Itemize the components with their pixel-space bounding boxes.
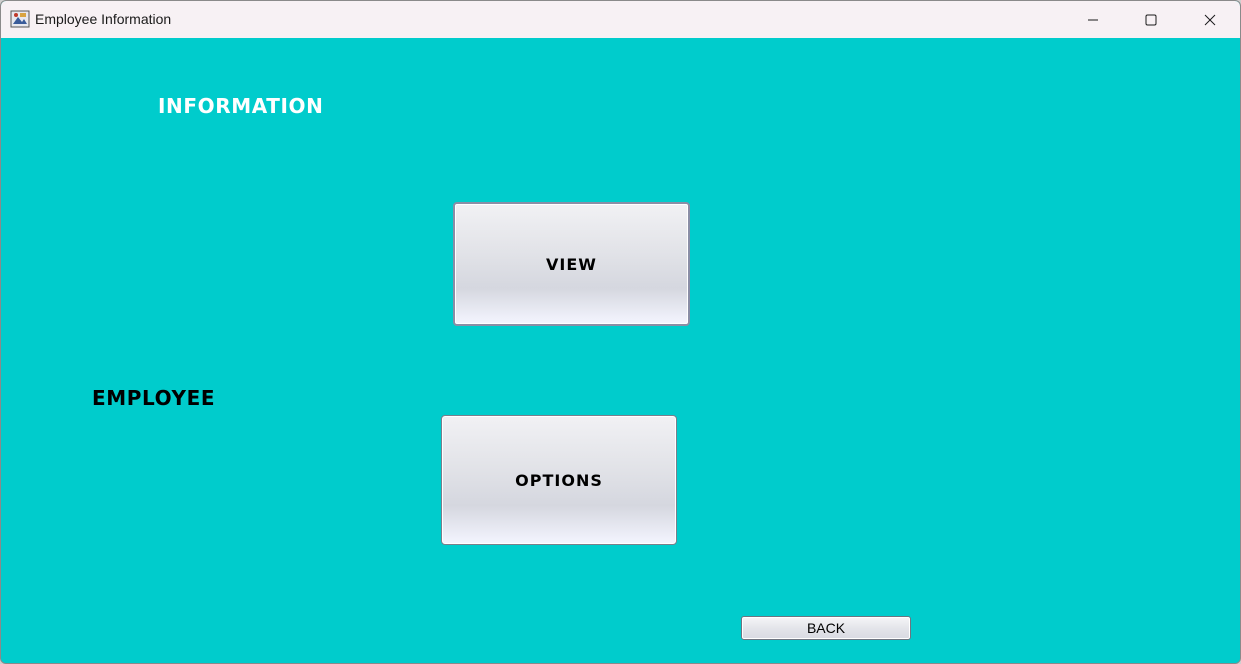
close-button[interactable]: [1181, 1, 1239, 38]
options-button[interactable]: OPTIONS: [441, 415, 677, 545]
window-title: Employee Information: [35, 11, 172, 27]
java-app-icon: [10, 9, 30, 29]
back-button-label: BACK: [806, 620, 846, 636]
content-panel: INFORMATION EMPLOYEE VIEW OPTIONS BACK: [1, 38, 1240, 663]
view-button[interactable]: VIEW: [453, 202, 690, 326]
maximize-icon: [1145, 14, 1157, 25]
employee-heading: EMPLOYEE: [92, 386, 216, 410]
information-heading: INFORMATION: [158, 94, 324, 118]
options-button-label: OPTIONS: [515, 470, 603, 490]
minimize-icon: [1088, 19, 1098, 20]
close-icon: [1204, 14, 1216, 25]
title-bar[interactable]: Employee Information: [1, 1, 1240, 38]
minimize-button[interactable]: [1064, 1, 1122, 38]
back-button[interactable]: BACK: [741, 616, 911, 640]
view-button-label: VIEW: [546, 254, 597, 274]
app-window: Employee Information INFORMATION EMPLOYE…: [0, 0, 1241, 664]
maximize-button[interactable]: [1122, 1, 1180, 38]
